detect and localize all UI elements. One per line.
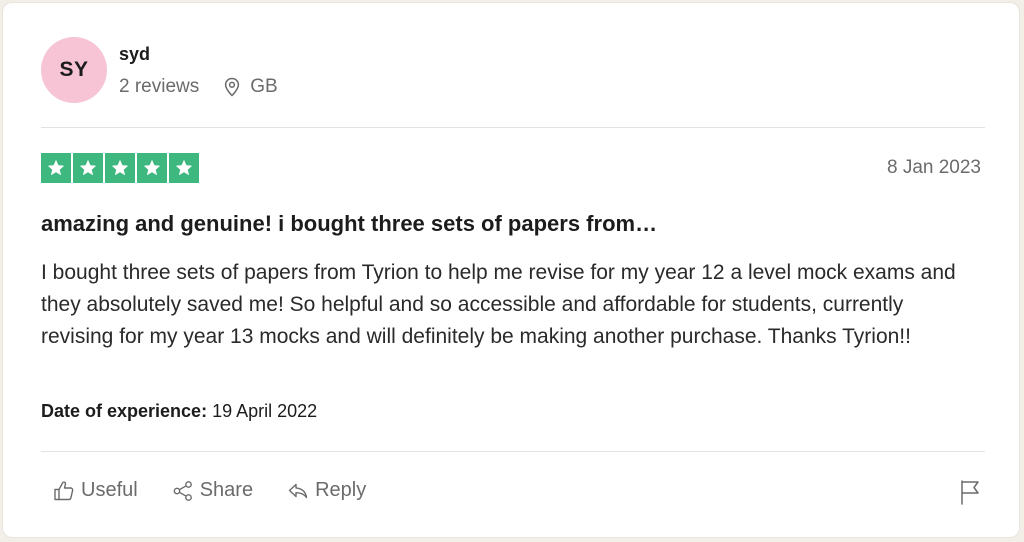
reply-icon: [288, 483, 308, 498]
star-icon: [73, 153, 103, 183]
review-card: SY syd 2 reviews GB 8 Jan 2023 amazing a…: [2, 2, 1020, 538]
reviewer-name[interactable]: syd: [119, 43, 278, 65]
reply-label: Reply: [315, 479, 367, 501]
share-icon: [173, 480, 192, 501]
flag-icon: [961, 480, 979, 505]
useful-label: Useful: [81, 479, 138, 501]
star-icon: [169, 153, 199, 183]
review-body: I bought three sets of papers from Tyrio…: [41, 261, 956, 348]
reviewer-header: SY syd 2 reviews GB: [41, 37, 278, 103]
star-rating: [41, 153, 201, 183]
location-pin-icon: [225, 77, 240, 97]
divider: [41, 451, 985, 452]
useful-button[interactable]: Useful: [53, 479, 138, 502]
share-label: Share: [199, 479, 254, 501]
report-flag-button[interactable]: [959, 479, 981, 510]
star-icon: [105, 153, 135, 183]
reviews-count: 2 reviews: [119, 76, 200, 97]
experience-date: 19 April 2022: [212, 401, 318, 421]
reply-button[interactable]: Reply: [287, 479, 366, 502]
divider: [41, 127, 985, 128]
review-date: 8 Jan 2023: [886, 157, 981, 178]
share-button[interactable]: Share: [172, 479, 253, 502]
reviewer-meta: 2 reviews GB: [119, 76, 278, 98]
location-label: GB: [250, 76, 278, 97]
experience-label: Date of experience:: [41, 401, 208, 421]
reviewer-location: GB: [223, 76, 278, 98]
star-icon: [137, 153, 167, 183]
star-icon: [41, 153, 71, 183]
review-actions: Useful Share Reply: [53, 479, 400, 502]
review-title[interactable]: amazing and genuine! i bought three sets…: [41, 211, 657, 237]
date-of-experience: Date of experience: 19 April 2022: [41, 401, 317, 422]
avatar[interactable]: SY: [41, 37, 107, 103]
reviewer-info: syd 2 reviews GB: [119, 43, 278, 98]
thumbs-up-icon: [54, 480, 74, 500]
